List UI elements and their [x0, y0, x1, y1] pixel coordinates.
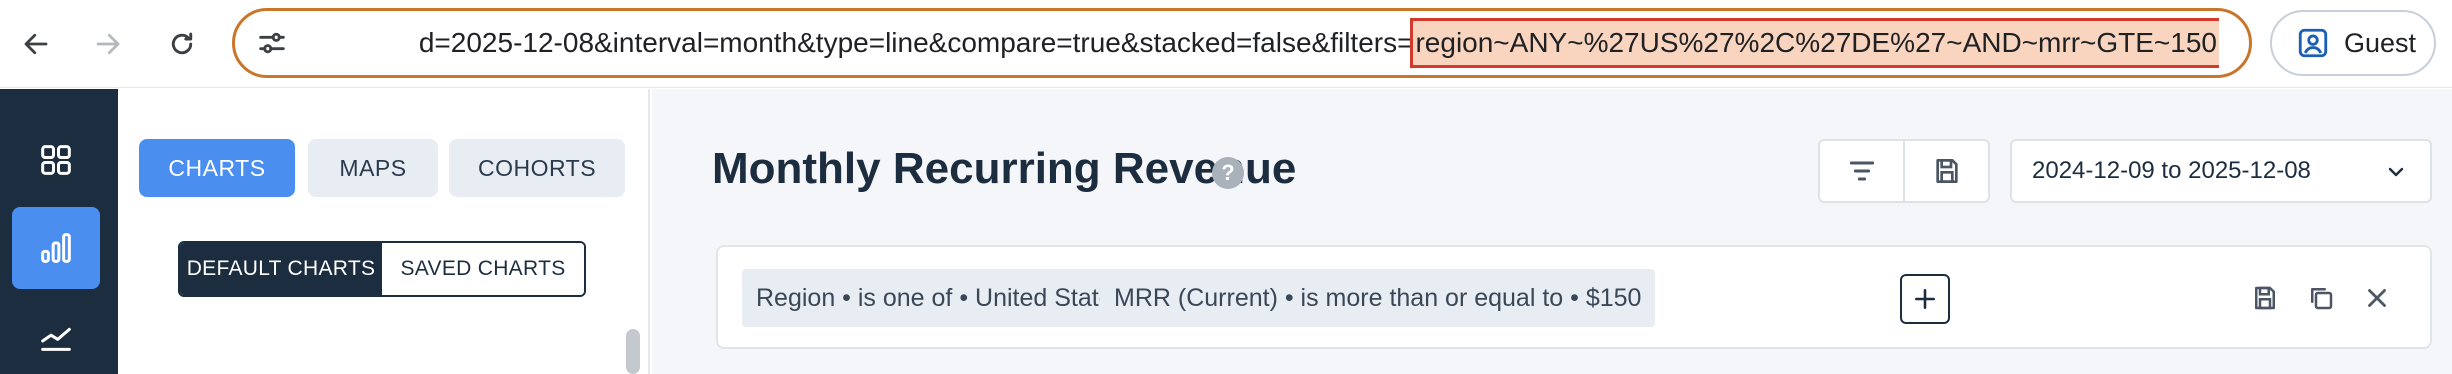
main-content: Monthly Recurring Revenue ? 2024-12-09 t… [652, 89, 2452, 374]
default-charts-button[interactable]: DEFAULT CHARTS [180, 243, 382, 295]
reload-icon [171, 32, 193, 55]
chart-set-toggle: DEFAULT CHARTS SAVED CHARTS [178, 241, 586, 297]
save-filters-icon[interactable] [2250, 283, 2280, 313]
filter-bar: Region • is one of • United States or Ge… [716, 245, 2432, 349]
trend-line-icon [41, 327, 71, 351]
clear-filters-icon[interactable] [2362, 283, 2392, 313]
panel-scrollbar[interactable] [626, 329, 640, 374]
duplicate-filters-icon[interactable] [2306, 283, 2336, 313]
chart-actions [1818, 139, 1990, 203]
date-range-picker[interactable]: 2024-12-09 to 2025-12-08 [2010, 139, 2432, 203]
save-chart-button[interactable] [1903, 141, 1988, 201]
site-settings-icon[interactable] [255, 26, 289, 60]
chart-navigation-panel: CHARTS MAPS COHORTS DEFAULT CHARTS SAVED… [118, 89, 650, 374]
forward-button[interactable] [82, 18, 134, 70]
filter-icon [1849, 161, 1874, 181]
add-filter-button[interactable] [1900, 274, 1950, 324]
back-button[interactable] [10, 18, 62, 70]
plus-icon [1915, 289, 1935, 309]
sidebar-item-dashboard[interactable] [12, 119, 100, 201]
reload-button[interactable] [156, 18, 208, 70]
url-filter-highlight: region~ANY~%27US%27%2C%27DE%27~AND~mrr~G… [1410, 18, 2219, 68]
profile-button[interactable]: Guest [2270, 10, 2436, 76]
help-icon[interactable]: ? [1212, 157, 1244, 189]
tab-maps[interactable]: MAPS [308, 139, 438, 197]
dashboard-grid-icon [41, 145, 71, 175]
date-range-value: 2024-12-09 to 2025-12-08 [2032, 157, 2311, 184]
url-viewport: d=2025-12-08&interval=month&type=line&co… [311, 11, 2219, 75]
sidebar-item-charts[interactable] [12, 207, 100, 289]
app-sidebar [0, 89, 118, 374]
url-prefix: d=2025-12-08&interval=month&type=line&co… [418, 27, 1414, 58]
url-text: d=2025-12-08&interval=month&type=line&co… [418, 18, 2219, 68]
browser-toolbar: d=2025-12-08&interval=month&type=line&co… [0, 0, 2452, 88]
save-icon [1935, 159, 1958, 183]
tab-cohorts[interactable]: COHORTS [449, 139, 625, 197]
chevron-down-icon [2388, 167, 2404, 177]
tab-charts[interactable]: CHARTS [139, 139, 295, 197]
saved-charts-button[interactable]: SAVED CHARTS [382, 243, 584, 295]
profile-icon [2298, 28, 2328, 58]
sidebar-item-trends[interactable] [12, 295, 100, 374]
filter-button[interactable] [1820, 141, 1903, 201]
forward-arrow-icon [96, 33, 120, 55]
address-bar[interactable]: d=2025-12-08&interval=month&type=line&co… [232, 8, 2252, 78]
profile-label: Guest [2344, 27, 2417, 58]
back-arrow-icon [24, 33, 48, 55]
filter-chip-mrr[interactable]: MRR (Current) • is more than or equal to… [1100, 269, 1656, 327]
page-title: Monthly Recurring Revenue [712, 144, 1297, 193]
bar-chart-icon [41, 233, 71, 263]
